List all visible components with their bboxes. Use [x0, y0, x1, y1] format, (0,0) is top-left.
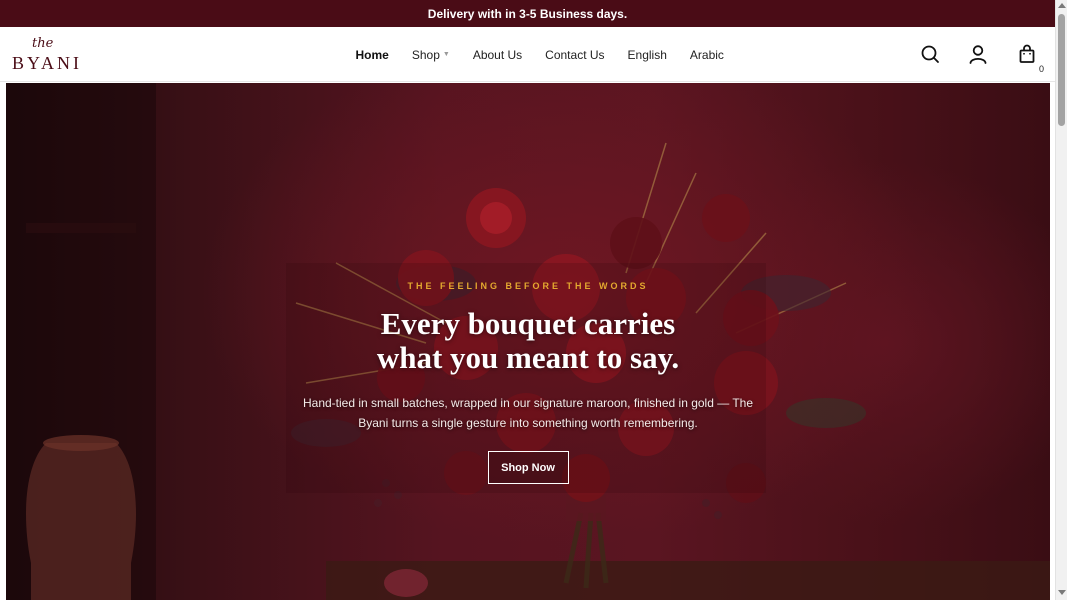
- shopping-bag-icon: [1019, 44, 1035, 63]
- site-header: the BYANI Home Shop ▼ About Us Contact Us…: [0, 27, 1055, 82]
- nav-contact-label: Contact Us: [545, 47, 605, 62]
- nav-about-label: About Us: [472, 47, 523, 62]
- logo-script: the: [32, 36, 54, 51]
- brand-logo[interactable]: the BYANI: [12, 36, 79, 73]
- hero-headline: Every bouquet carries what you meant to …: [377, 307, 679, 375]
- nav-shop[interactable]: Shop ▼: [412, 48, 450, 62]
- cart-count-badge: 0: [1039, 64, 1045, 74]
- search-button[interactable]: [919, 43, 941, 65]
- nav-home[interactable]: Home: [356, 48, 389, 62]
- chevron-down-icon: ▼: [442, 51, 450, 58]
- logo-wordmark: BYANI: [12, 53, 83, 73]
- nav-english-label: English: [627, 47, 667, 62]
- user-icon: [969, 45, 987, 64]
- announcement-text: Delivery with in 3-5 Business days.: [427, 6, 628, 21]
- nav-arabic-label: Arabic: [689, 47, 724, 62]
- account-button[interactable]: [967, 43, 989, 65]
- nav-about-us[interactable]: About Us: [473, 48, 522, 62]
- search-icon: [921, 45, 939, 63]
- scrollbar-thumb[interactable]: [1058, 14, 1065, 126]
- nav-language-arabic[interactable]: Arabic: [690, 48, 724, 62]
- hero-eyebrow: THE FEELING BEFORE THE WORDS: [407, 281, 649, 291]
- hero-content: THE FEELING BEFORE THE WORDS Every bouqu…: [6, 83, 1050, 600]
- main-nav: Home Shop ▼ About Us Contact Us English A…: [344, 27, 735, 82]
- hero-headline-line1: Every bouquet carries: [380, 306, 676, 341]
- scroll-down-arrow-icon[interactable]: [1058, 590, 1066, 595]
- nav-shop-label: Shop: [411, 47, 440, 62]
- page-scrollbar[interactable]: [1055, 0, 1067, 600]
- hero-banner: THE FEELING BEFORE THE WORDS Every bouqu…: [6, 83, 1050, 600]
- announcement-bar: Delivery with in 3-5 Business days.: [0, 0, 1055, 27]
- hero-headline-line2: what you meant to say.: [376, 340, 680, 375]
- scroll-up-arrow-icon[interactable]: [1058, 3, 1066, 8]
- nav-contact-us[interactable]: Contact Us: [545, 48, 604, 62]
- shop-now-button[interactable]: Shop Now: [487, 451, 569, 484]
- hero-subtext: Hand-tied in small batches, wrapped in o…: [302, 396, 754, 430]
- cart-button[interactable]: [1016, 43, 1038, 65]
- nav-language-english[interactable]: English: [628, 48, 667, 62]
- nav-home-label: Home: [355, 47, 389, 62]
